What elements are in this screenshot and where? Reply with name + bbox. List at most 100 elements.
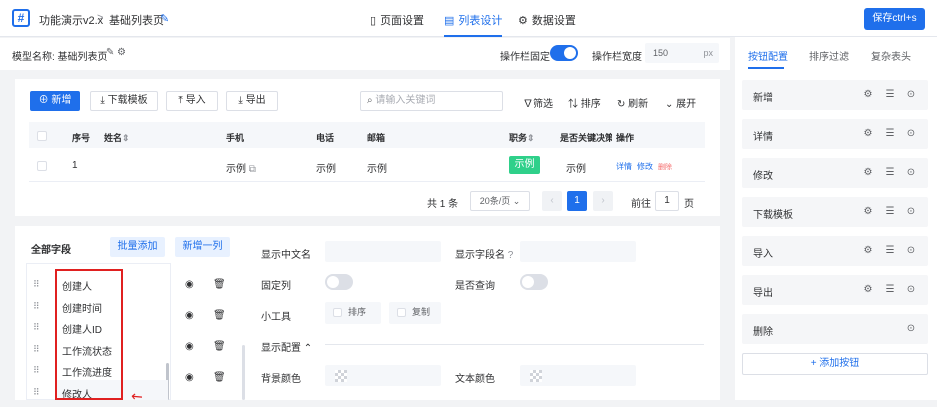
display-config-toggle[interactable]: 显示配置 ⌃ <box>261 339 312 354</box>
sort-list-icon[interactable]: ☰ <box>884 128 896 139</box>
tab-label: 列表设计 <box>458 15 503 27</box>
trash-icon[interactable]: 🗑 <box>213 279 226 290</box>
current-page-button[interactable]: 1 <box>567 191 587 211</box>
gear-icon[interactable]: ⚙ <box>862 284 874 295</box>
question-circle-icon[interactable]: ? <box>508 250 514 261</box>
chevron-circle-icon[interactable]: ⊙ <box>905 167 917 178</box>
chevron-circle-icon[interactable]: ⊙ <box>905 89 917 100</box>
page-size-select[interactable]: 20条/页 ⌄ <box>470 191 530 211</box>
gear-icon[interactable]: ⚙ <box>862 206 874 217</box>
gear-icon[interactable]: ⚙ <box>862 245 874 256</box>
gear-icon[interactable]: ⚙ <box>862 128 874 139</box>
sort-list-icon[interactable]: ☰ <box>884 245 896 256</box>
add-column-button[interactable]: 新增一列 <box>175 237 230 257</box>
tab-data-settings[interactable]: ⚙ 数据设置 <box>518 12 576 28</box>
eye-icon[interactable]: ◉ <box>185 279 194 290</box>
tab-list-design[interactable]: ▤ 列表设计 <box>444 12 503 37</box>
edit-icon[interactable]: ✎ <box>106 47 114 58</box>
drag-handle-icon[interactable]: ⠿ <box>33 365 40 376</box>
gear-icon[interactable]: ⚙ <box>862 89 874 100</box>
column-header-name[interactable]: 姓名⇕ <box>104 131 130 144</box>
sort-list-icon[interactable]: ☰ <box>884 284 896 295</box>
config-scrollbar[interactable] <box>242 345 245 400</box>
expand-button[interactable]: ⌄ 展开 <box>665 95 696 110</box>
goto-label: 前往 <box>631 199 651 210</box>
eye-icon[interactable]: ◉ <box>185 372 194 383</box>
import-button[interactable]: ⤒ 导入 <box>166 91 218 111</box>
select-all-checkbox[interactable] <box>37 131 47 141</box>
button-item[interactable]: 新增 ⚙ ☰ ⊙ <box>742 80 928 110</box>
trash-icon[interactable]: 🗑 <box>213 372 226 383</box>
sort-list-icon[interactable]: ☰ <box>884 167 896 178</box>
chevron-circle-icon[interactable]: ⊙ <box>905 245 917 256</box>
app-title[interactable]: 功能演示v2.x <box>39 12 103 28</box>
tab-complex-header[interactable]: 复杂表头 <box>871 48 911 63</box>
tool-copy-checkbox[interactable]: 复制 <box>389 302 441 324</box>
page-size-value: 20条/页 <box>479 196 511 206</box>
delete-link[interactable]: 删除 <box>658 162 672 172</box>
drag-handle-icon[interactable]: ⠿ <box>33 279 40 290</box>
sort-list-icon[interactable]: ☰ <box>884 89 896 100</box>
drag-handle-icon[interactable]: ⠿ <box>33 344 40 355</box>
prev-page-button[interactable]: ‹ <box>542 191 562 211</box>
row-checkbox[interactable] <box>37 161 47 171</box>
goto-page-input[interactable]: 1 <box>655 191 679 211</box>
breadcrumb-separator: > <box>97 12 104 24</box>
edit-icon[interactable]: ✎ <box>160 12 169 25</box>
search-input[interactable]: ⌕ 请输入关键词 <box>360 91 503 111</box>
tab-page-settings[interactable]: ▯ 页面设置 <box>370 12 424 28</box>
button-item-label: 导出 <box>753 288 773 299</box>
gear-icon[interactable]: ⚙ <box>117 47 126 58</box>
refresh-button[interactable]: ↻ 刷新 <box>617 95 648 110</box>
sort-button[interactable]: ⇅ 排序 <box>568 95 601 110</box>
export-button[interactable]: ⤓ 导出 <box>226 91 278 111</box>
column-header-index: 序号 <box>72 133 91 143</box>
display-name-input[interactable] <box>325 241 441 262</box>
sort-list-icon[interactable]: ☰ <box>884 206 896 217</box>
copy-icon[interactable]: ⧉ <box>249 164 256 175</box>
button-item[interactable]: 下载模板 ⚙ ☰ ⊙ <box>742 197 928 227</box>
text-color-picker[interactable] <box>520 365 636 386</box>
trash-icon[interactable]: 🗑 <box>213 310 226 321</box>
checkbox[interactable] <box>397 308 406 318</box>
column-header-position[interactable]: 职务⇕ <box>509 131 535 144</box>
button-item-label: 新增 <box>753 93 773 104</box>
detail-link[interactable]: 详情 <box>616 161 632 172</box>
chevron-circle-icon[interactable]: ⊙ <box>905 206 917 217</box>
tool-sort-checkbox[interactable]: 排序 <box>325 302 381 324</box>
next-page-button[interactable]: › <box>593 191 613 211</box>
action-column-width-input[interactable]: 150 px <box>645 43 719 63</box>
button-item-label: 导入 <box>753 249 773 260</box>
trash-icon[interactable]: 🗑 <box>213 341 226 352</box>
drag-handle-icon[interactable]: ⠿ <box>33 322 40 333</box>
eye-icon[interactable]: ◉ <box>185 341 194 352</box>
download-template-button[interactable]: ⤓ 下载模板 <box>90 91 158 111</box>
bg-color-picker[interactable] <box>325 365 441 386</box>
batch-add-button[interactable]: 批量添加 <box>110 237 165 257</box>
edit-link[interactable]: 修改 <box>637 161 653 172</box>
field-name-input[interactable] <box>520 241 636 262</box>
filter-button[interactable]: ∇筛选 <box>523 95 553 110</box>
add-button[interactable]: ⊕ 新增 <box>30 91 80 111</box>
eye-icon[interactable]: ◉ <box>185 310 194 321</box>
save-button[interactable]: 保存ctrl+s <box>864 8 925 30</box>
cell-tel: 示例 <box>316 164 336 175</box>
chevron-circle-icon[interactable]: ⊙ <box>905 128 917 139</box>
drag-handle-icon[interactable]: ⠿ <box>33 387 40 398</box>
chevron-circle-icon[interactable]: ⊙ <box>905 323 917 334</box>
chevron-circle-icon[interactable]: ⊙ <box>905 284 917 295</box>
button-item[interactable]: 详情 ⚙ ☰ ⊙ <box>742 119 928 149</box>
button-item[interactable]: 导入 ⚙ ☰ ⊙ <box>742 236 928 266</box>
button-item[interactable]: 修改 ⚙ ☰ ⊙ <box>742 158 928 188</box>
tab-button-config[interactable]: 按钮配置 <box>748 48 788 63</box>
add-button-button[interactable]: + 添加按钮 <box>742 353 928 375</box>
fixed-column-switch[interactable] <box>325 274 353 290</box>
tab-sort-filter[interactable]: 排序过滤 <box>809 48 849 63</box>
button-item[interactable]: 删除 ⊙ <box>742 314 928 344</box>
checkbox[interactable] <box>333 308 342 318</box>
drag-handle-icon[interactable]: ⠿ <box>33 301 40 312</box>
fixed-action-column-switch[interactable] <box>550 45 578 61</box>
gear-icon[interactable]: ⚙ <box>862 167 874 178</box>
button-item[interactable]: 导出 ⚙ ☰ ⊙ <box>742 275 928 305</box>
is-query-switch[interactable] <box>520 274 548 290</box>
